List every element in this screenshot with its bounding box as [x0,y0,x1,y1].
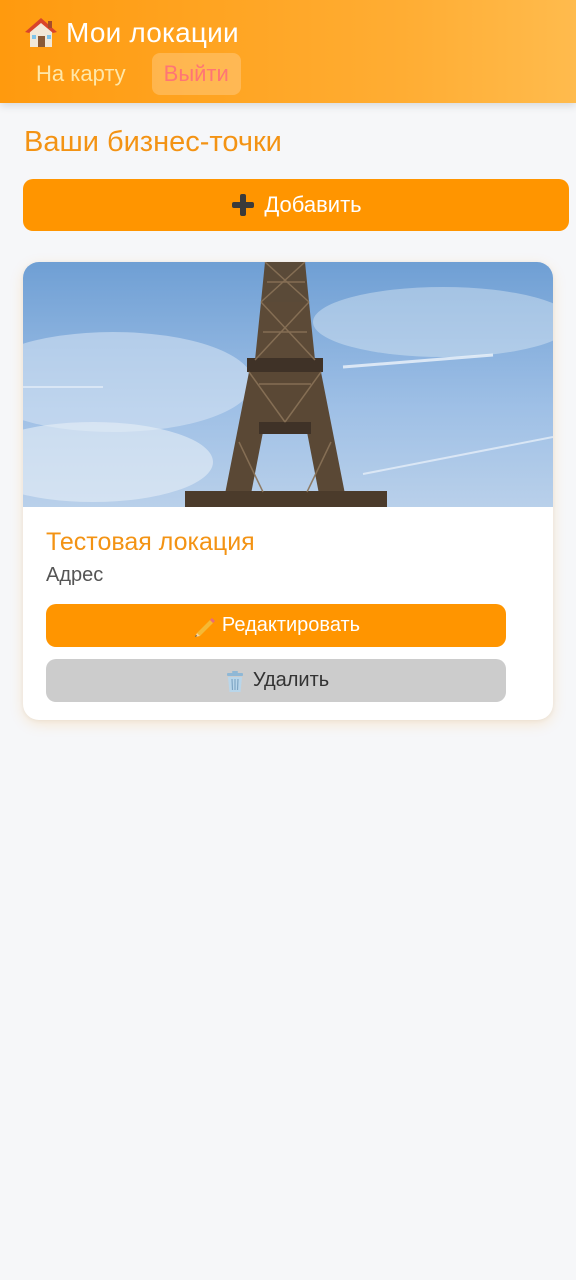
header-nav: На карту Выйти [22,53,241,95]
page-title: Мои локации [66,17,239,48]
app-header: Мои локации На карту Выйти [0,0,576,103]
plus-icon [230,192,256,218]
edit-button-label: Редактировать [221,614,361,636]
trash-icon [226,670,243,692]
location-address: Адрес [46,564,104,586]
location-card: Тестовая локация Адрес Редактировать Уда… [23,262,553,720]
location-title: Тестовая локация [46,528,255,556]
map-link[interactable]: На карту [22,53,140,95]
pencil-icon [194,617,215,637]
edit-location-button[interactable]: Редактировать [46,604,506,647]
eiffel-tower-photo [23,262,553,507]
header-title-row: Мои локации [24,14,239,52]
add-location-button[interactable]: Добавить [23,179,569,231]
logout-button[interactable]: Выйти [151,53,241,95]
house-icon [25,18,57,47]
delete-location-button[interactable]: Удалить [46,659,506,702]
delete-button-label: Удалить [252,669,330,691]
section-title: Ваши бизнес-точки [24,126,282,158]
add-button-label: Добавить [264,192,362,217]
